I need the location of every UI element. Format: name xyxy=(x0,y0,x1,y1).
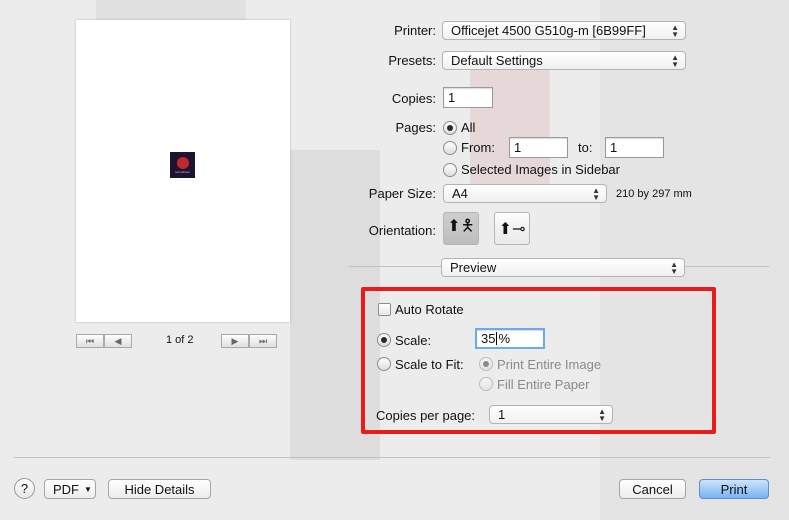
print-button[interactable]: Print xyxy=(699,479,769,499)
scale-field[interactable]: 35% xyxy=(475,328,545,349)
page-count: 1 of 2 xyxy=(166,334,194,346)
next-page-icon: ▶ xyxy=(231,335,239,346)
popup-arrows-icon: ▲ ▼ xyxy=(671,53,679,69)
landscape-orientation-icon: ⬆⊸ xyxy=(498,220,526,238)
pages-to-label: to: xyxy=(578,140,593,155)
pager-back-group: ⏮ ◀ xyxy=(76,334,132,348)
printer-value: Officejet 4500 G510g-m [6B99FF] xyxy=(451,23,646,38)
fill-entire-paper-radio[interactable] xyxy=(479,377,493,391)
printer-label: Printer: xyxy=(394,23,436,38)
logo-icon xyxy=(176,156,189,169)
popup-arrows-icon: ▲ ▼ xyxy=(670,260,678,276)
help-button[interactable]: ? xyxy=(14,478,35,499)
cancel-button[interactable]: Cancel xyxy=(619,479,686,499)
last-page-button[interactable]: ⏭ xyxy=(249,334,277,348)
print-preview-page: Homebrew xyxy=(76,20,290,322)
pdf-menu-button[interactable]: PDF ▼ xyxy=(44,479,96,499)
dropdown-arrow-icon: ▼ xyxy=(84,484,92,494)
copies-per-page-label: Copies per page: xyxy=(376,408,476,423)
pages-to-field[interactable]: 1 xyxy=(605,137,664,158)
popup-arrows-icon: ▲ ▼ xyxy=(671,23,679,39)
pages-all-radio[interactable] xyxy=(443,121,457,135)
pdf-label: PDF xyxy=(53,481,79,497)
presets-label: Presets: xyxy=(388,53,436,68)
hide-details-button[interactable]: Hide Details xyxy=(108,479,211,499)
copies-per-page-value: 1 xyxy=(498,407,506,422)
scale-to-fit-label: Scale to Fit: xyxy=(395,357,464,372)
footer-separator xyxy=(14,457,770,458)
next-page-button[interactable]: ▶ xyxy=(221,334,249,348)
popup-arrows-icon: ▲ ▼ xyxy=(598,407,606,423)
thumbnail-text: Homebrew xyxy=(175,169,190,174)
fill-entire-paper-label: Fill Entire Paper xyxy=(497,377,590,392)
presets-popup[interactable]: Default Settings ▲ ▼ xyxy=(442,51,686,70)
previous-page-button[interactable]: ◀ xyxy=(104,334,132,348)
copies-field[interactable]: 1 xyxy=(443,87,493,108)
popup-arrows-icon: ▲ ▼ xyxy=(592,186,600,202)
pager-forward-group: ▶ ⏭ xyxy=(221,334,277,348)
pages-all-label: All xyxy=(461,120,476,135)
printer-popup[interactable]: Officejet 4500 G510g-m [6B99FF] ▲ ▼ xyxy=(442,21,686,40)
auto-rotate-label: Auto Rotate xyxy=(395,302,464,317)
copies-label: Copies: xyxy=(391,91,436,106)
copies-per-page-popup[interactable]: 1 ▲ ▼ xyxy=(489,405,613,424)
pages-from-radio[interactable] xyxy=(443,141,457,155)
last-page-icon: ⏭ xyxy=(258,335,268,346)
scale-to-fit-radio[interactable] xyxy=(377,357,391,371)
pages-from-field[interactable]: 1 xyxy=(509,137,568,158)
paper-size-popup[interactable]: A4 ▲ ▼ xyxy=(443,184,607,203)
presets-value: Default Settings xyxy=(451,53,543,68)
preview-thumbnail-image: Homebrew xyxy=(170,152,195,178)
auto-rotate-checkbox[interactable] xyxy=(378,303,391,316)
pages-selected-label: Selected Images in Sidebar xyxy=(461,162,620,177)
paper-size-label: Paper Size: xyxy=(368,186,436,201)
pages-from-label: From: xyxy=(461,140,495,155)
orientation-landscape-button[interactable]: ⬆⊸ xyxy=(494,212,530,245)
first-page-button[interactable]: ⏮ xyxy=(76,334,104,348)
section-popup[interactable]: Preview ▲ ▼ xyxy=(441,258,685,277)
scale-radio[interactable] xyxy=(377,333,391,347)
print-entire-image-label: Print Entire Image xyxy=(497,357,602,372)
scale-value: 35 xyxy=(481,331,496,346)
section-popup-value: Preview xyxy=(450,260,497,275)
text-cursor xyxy=(496,332,498,345)
pages-selected-radio[interactable] xyxy=(443,163,457,177)
scale-unit: % xyxy=(498,331,511,346)
paper-size-value: A4 xyxy=(452,186,468,201)
first-page-icon: ⏮ xyxy=(85,335,95,346)
scale-label: Scale: xyxy=(395,333,432,348)
orientation-portrait-button[interactable]: ⬆🯅 xyxy=(443,212,479,245)
orientation-label: Orientation: xyxy=(368,223,436,238)
pages-label: Pages: xyxy=(395,120,436,135)
previous-page-icon: ◀ xyxy=(114,335,122,346)
help-icon: ? xyxy=(20,481,29,496)
print-entire-image-radio[interactable] xyxy=(479,357,493,371)
portrait-orientation-icon: ⬆🯅 xyxy=(447,218,475,235)
paper-size-dimensions: 210 by 297 mm xyxy=(616,188,692,200)
